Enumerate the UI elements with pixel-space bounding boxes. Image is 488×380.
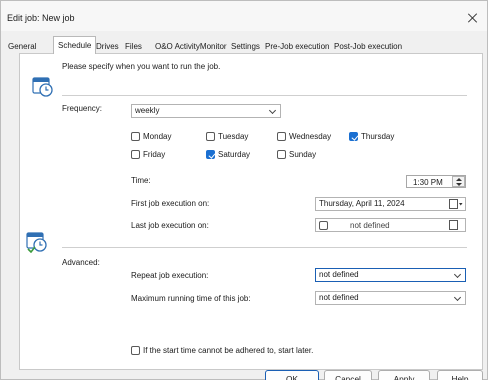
max-running-time-dropdown[interactable]: not defined [315,291,466,305]
chevron-down-icon [453,293,462,302]
title-bar: Edit job: New job [1,1,487,31]
schedule-panel: Please specify when you want to run the … [19,53,483,370]
frequency-label: Frequency: [62,104,103,113]
last-execution-checkbox[interactable] [319,220,328,230]
checkbox-wednesday[interactable] [277,132,286,141]
calendar-dropdown-icon[interactable] [449,220,463,230]
time-input[interactable]: 1:30 PM [406,175,466,188]
tuesday-label: Tuesday [218,132,249,141]
tab-schedule[interactable]: Schedule [53,36,97,54]
window-title: Edit job: New job [7,13,75,23]
dialog-window: Edit job: New job General Schedule Drive… [0,0,488,380]
divider [62,95,467,96]
intro-text: Please specify when you want to run the … [62,62,221,71]
late-start-label: If the start time cannot be adhered to, … [143,346,314,355]
frequency-dropdown[interactable]: weekly [131,104,281,118]
wednesday-label: Wednesday [289,132,332,141]
repeat-execution-value: not defined [319,270,359,279]
friday-label: Friday [143,150,166,159]
tab-activitymonitor[interactable]: O&O ActivityMonitor [150,38,232,54]
time-value: 1:30 PM [413,178,443,187]
divider [62,247,467,248]
checkbox-sunday[interactable] [277,150,286,159]
calendar-clock-icon [26,232,47,253]
monday-label: Monday [143,132,172,141]
last-execution-value: not defined [350,221,390,230]
chevron-down-icon [453,270,462,279]
advanced-label: Advanced: [62,258,100,267]
close-icon[interactable] [467,12,479,24]
frequency-value: weekly [135,106,160,115]
max-running-time-label: Maximum running time of this job: [131,294,251,303]
last-execution-label: Last job execution on: [131,221,209,230]
first-execution-label: First job execution on: [131,199,210,208]
apply-button[interactable]: Apply [378,370,430,380]
thursday-label: Thursday [361,132,395,141]
saturday-label: Saturday [218,150,251,159]
last-execution-datepicker[interactable]: not defined [315,218,466,232]
max-running-time-value: not defined [319,293,359,302]
time-label: Time: [131,176,151,185]
late-start-checkbox[interactable] [131,346,140,355]
help-button[interactable]: Help [437,370,483,380]
tab-pre-job-execution[interactable]: Pre-Job execution [260,38,334,54]
tab-strip: General Schedule Drives Files O&O Activi… [1,36,488,54]
calendar-clock-icon [32,77,53,97]
checkbox-tuesday[interactable] [206,132,215,141]
checkbox-monday[interactable] [131,132,140,141]
ok-button[interactable]: OK [265,370,319,380]
tab-post-job-execution[interactable]: Post-Job execution [329,38,407,54]
calendar-dropdown-icon[interactable] [449,199,463,209]
checkbox-friday[interactable] [131,150,140,159]
spinner-arrows-icon[interactable] [452,176,465,187]
chevron-down-icon [268,106,277,115]
cancel-button[interactable]: Cancel [324,370,372,380]
checkbox-thursday[interactable] [349,132,358,141]
tab-files[interactable]: Files [120,38,147,54]
sunday-label: Sunday [289,150,317,159]
first-execution-value: Thursday, April 11, 2024 [319,199,405,208]
repeat-execution-dropdown[interactable]: not defined [315,268,466,282]
tab-general[interactable]: General [3,38,41,54]
checkbox-saturday[interactable] [206,150,215,159]
first-execution-datepicker[interactable]: Thursday, April 11, 2024 [315,197,466,211]
repeat-execution-label: Repeat job execution: [131,271,209,280]
